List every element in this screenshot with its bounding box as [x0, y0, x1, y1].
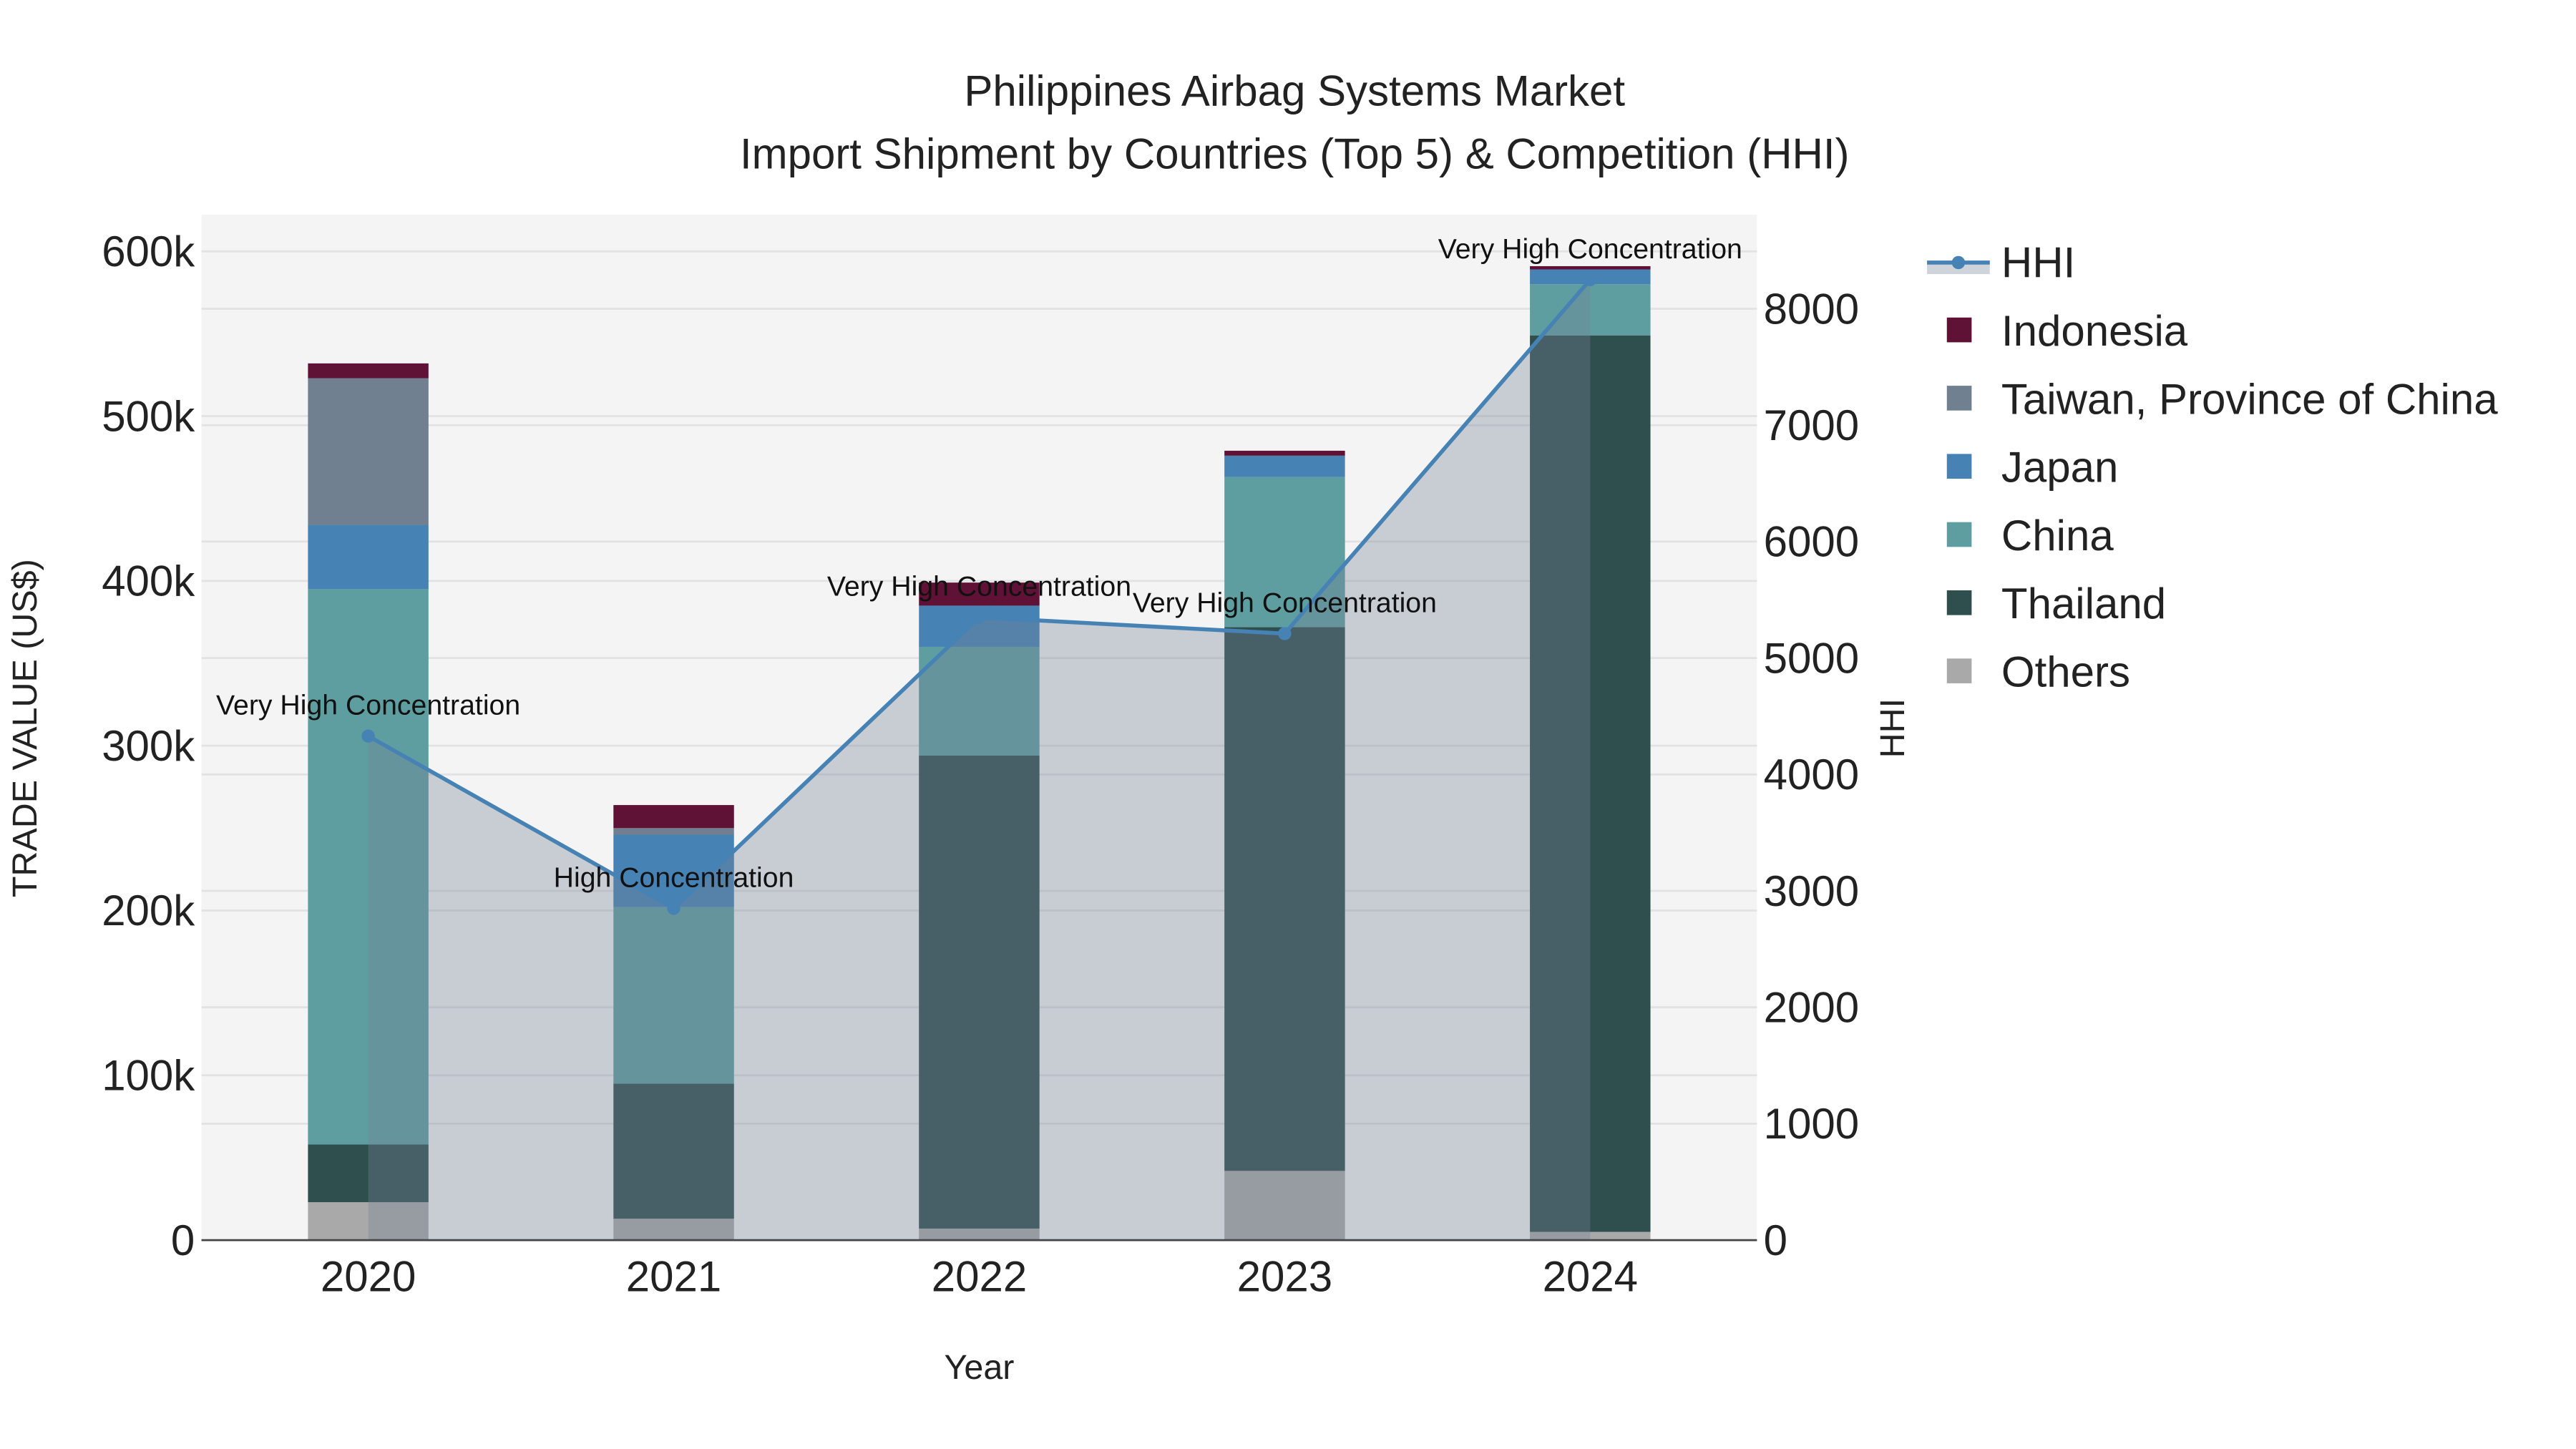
- hhi-annotation: Very High Concentration: [216, 690, 520, 721]
- bar-taiwan-province-of-china-2020: [308, 378, 429, 525]
- bar-japan-2020: [308, 525, 429, 590]
- y-tick-label: 400k: [102, 557, 195, 605]
- chart-subtitle: Import Shipment by Countries (Top 5) & C…: [740, 130, 1850, 177]
- legend: HHI Indonesia Taiwan, Province of China Jap…: [1927, 239, 2498, 696]
- y2-tick-label: 3000: [1764, 867, 1859, 915]
- y-tick-label: 300k: [102, 722, 195, 770]
- hhi-annotation: Very High Concentration: [1438, 233, 1742, 265]
- legend-swatch: [1946, 590, 1972, 615]
- legend-swatch: [1946, 658, 1972, 683]
- legend-label: Japan: [2001, 444, 2118, 492]
- y2-tick-label: 7000: [1764, 401, 1859, 449]
- y2-tick-label: 5000: [1764, 634, 1859, 682]
- bar-indonesia-2024: [1530, 265, 1651, 270]
- legend-swatch: [1946, 386, 1972, 411]
- chart: Very High Concentration High Concentratio…: [6, 67, 2498, 1387]
- legend-hhi-marker: [1951, 255, 1966, 270]
- x-tick-label: 2020: [321, 1253, 416, 1301]
- y-tick-label: 0: [171, 1216, 195, 1264]
- hhi-annotation: High Concentration: [554, 862, 794, 893]
- bar-japan-2023: [1224, 455, 1345, 477]
- legend-label: Taiwan, Province of China: [2001, 375, 2498, 423]
- bar-taiwan-province-of-china-2021: [613, 828, 734, 835]
- x-tick-label: 2023: [1237, 1253, 1332, 1301]
- y2-tick-label: 1000: [1764, 1100, 1859, 1148]
- y2-tick-label: 6000: [1764, 518, 1859, 566]
- y-axis-title: TRADE VALUE (US$): [6, 559, 44, 897]
- bar-indonesia-2023: [1224, 450, 1345, 456]
- x-tick-label: 2024: [1543, 1253, 1638, 1301]
- hhi-point: [667, 902, 680, 915]
- y2-axis-title: HHI: [1873, 698, 1912, 758]
- legend-swatch: [1946, 317, 1972, 343]
- hhi-point: [361, 729, 375, 743]
- chart-title: Philippines Airbag Systems Market: [964, 67, 1625, 115]
- hhi-annotation: Very High Concentration: [1133, 587, 1437, 618]
- hhi-point: [1278, 627, 1292, 640]
- y2-tick-label: 4000: [1764, 751, 1859, 799]
- x-tick-label: 2022: [932, 1253, 1027, 1301]
- hhi-point: [972, 610, 986, 624]
- hhi-point: [1584, 273, 1597, 287]
- y2-tick-label: 2000: [1764, 983, 1859, 1031]
- bar-indonesia-2021: [613, 805, 734, 829]
- legend-swatch: [1946, 454, 1972, 479]
- legend-label: Indonesia: [2001, 307, 2188, 355]
- y-tick-label: 600k: [102, 228, 195, 275]
- legend-label: HHI: [2001, 239, 2075, 287]
- legend-label: Others: [2001, 648, 2130, 696]
- legend-label: Thailand: [2001, 580, 2166, 628]
- hhi-annotation: Very High Concentration: [827, 571, 1131, 602]
- x-axis-title: Year: [945, 1348, 1015, 1387]
- legend-swatch: [1946, 522, 1972, 547]
- legend-label: China: [2001, 512, 2114, 560]
- y-tick-label: 200k: [102, 887, 195, 935]
- y-tick-label: 500k: [102, 392, 195, 440]
- y-tick-label: 100k: [102, 1052, 195, 1100]
- y2-tick-label: 0: [1764, 1216, 1787, 1264]
- y2-tick-label: 8000: [1764, 285, 1859, 333]
- bar-indonesia-2020: [308, 363, 429, 379]
- x-tick-label: 2021: [626, 1253, 721, 1301]
